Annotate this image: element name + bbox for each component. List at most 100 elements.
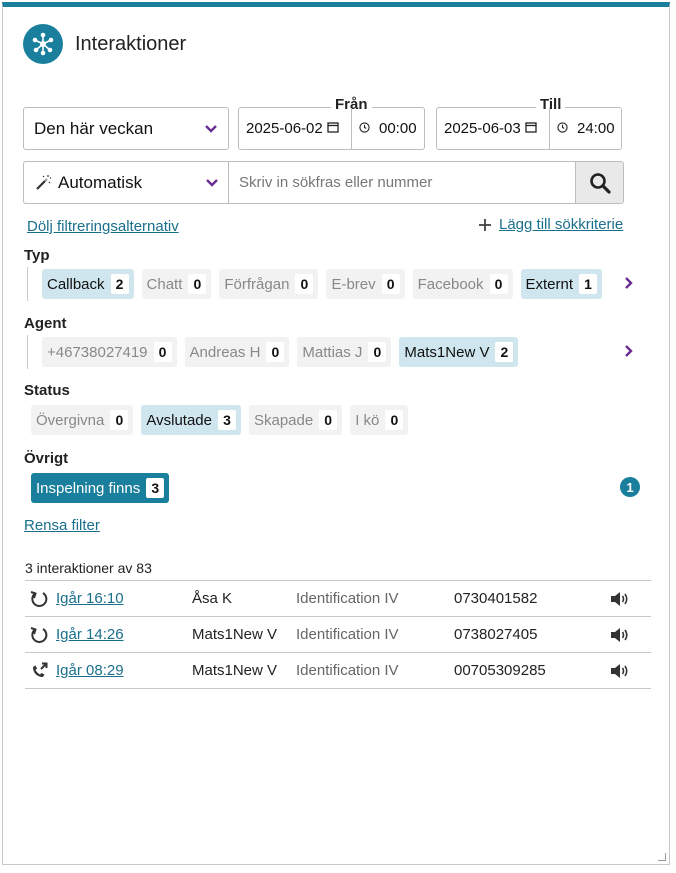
resize-handle[interactable] [658,853,666,861]
filter-chip-label: E-brev [331,275,376,293]
agent-filter-chips: +46738027419 0 Andreas H 0 Mattias J 0 Mats1Ne… [27,335,526,369]
filter-chip-count: 0 [319,410,338,430]
to-divider [549,108,550,149]
filter-chip-agent[interactable]: +46738027419 0 [42,337,177,367]
filter-chip-count: 0 [368,342,387,362]
filter-chip-label: Mats1New V [404,343,490,361]
chevron-down-icon [205,178,219,188]
interactions-panel: Interaktioner Den här veckan Från 2025-0… [2,2,670,865]
filter-chip-count: 3 [217,410,236,430]
results-summary: 3 interaktioner av 83 [25,560,152,576]
filter-chip-status[interactable]: Avslutade 3 [141,405,241,435]
to-time-input[interactable]: 24:00 [557,108,615,149]
filter-chip-label: Avslutade [146,411,212,429]
filter-chip-label: Facebook [417,275,484,293]
clear-filter-link[interactable]: Rensa filter [24,517,100,534]
clock-icon [359,120,370,137]
search-input[interactable] [229,162,575,203]
from-divider [351,108,352,149]
outgoing-call-icon [29,653,49,688]
filter-chip-label: Övergivna [36,411,105,429]
filter-chip-label: +46738027419 [47,343,148,361]
filter-chip-label: Inspelning finns [36,479,141,497]
filter-chip-label: I kö [355,411,380,429]
add-criteria-link[interactable]: Lägg till sökkriterie [479,216,623,233]
status-filter-label: Status [24,382,70,399]
table-row[interactable]: Igår 08:29 Mats1New V Identification IV 007… [25,653,651,689]
interaction-time-link[interactable]: Igår 14:26 [56,626,124,643]
filter-chip-status[interactable]: I kö 0 [350,405,409,435]
row-agent: Mats1New V [192,662,278,679]
filter-chip-status[interactable]: Skapade 0 [248,405,343,435]
filter-chip-type[interactable]: Facebook 0 [412,269,513,299]
panel-header: Interaktioner [23,24,186,64]
calendar-icon[interactable] [525,120,537,137]
from-date-input[interactable]: 2025-06-02 [246,108,339,149]
active-filter-count-badge: 1 [620,477,640,497]
filter-chip-label: Externt [525,275,574,293]
callback-icon [29,617,49,652]
filter-chip-type[interactable]: Externt 1 [520,269,603,299]
hide-filters-link[interactable]: Dölj filtreringsalternativ [27,218,179,235]
period-select[interactable]: Den här veckan [23,107,229,150]
search-mode-select[interactable]: Automatisk [23,161,229,204]
calendar-icon[interactable] [327,120,339,137]
speaker-icon[interactable] [610,653,630,688]
table-row[interactable]: Igår 14:26 Mats1New V Identification IV 073… [25,617,651,653]
filter-chip-status[interactable]: Övergivna 0 [31,405,134,435]
add-criteria-label: Lägg till sökkriterie [499,216,624,233]
type-filter-chips: Callback 2 Chatt 0 Förfrågan 0 E-brev 0 Facebook… [27,267,610,301]
from-time-value: 00:00 [379,120,417,137]
filter-chip-type[interactable]: Förfrågan 0 [219,269,319,299]
speaker-icon[interactable] [610,617,630,652]
filter-chip-agent[interactable]: Andreas H 0 [184,337,290,367]
chevron-right-icon[interactable] [624,344,634,358]
row-number: 0738027405 [454,626,538,643]
period-select-value: Den här veckan [34,118,154,138]
from-date-value: 2025-06-02 [246,120,323,137]
filter-chip-count: 3 [146,478,165,498]
filter-chip-type[interactable]: E-brev 0 [326,269,405,299]
row-queue: Identification IV [296,590,399,607]
filter-chip-count: 0 [385,410,404,430]
search-button[interactable] [575,162,623,203]
interaction-time-link[interactable]: Igår 08:29 [56,662,124,679]
filter-chip-count: 0 [266,342,285,362]
clock-icon [557,120,568,137]
row-agent: Åsa K [192,590,233,607]
table-row[interactable]: Igår 16:10 Åsa K Identification IV 07304015… [25,581,651,617]
filter-chip-label: Chatt [146,275,183,293]
callback-icon [29,581,49,616]
row-queue: Identification IV [296,662,399,679]
agent-filter-label: Agent [24,315,67,332]
filter-chip-label: Callback [47,275,105,293]
status-filter-chips: Övergivna 0 Avslutade 3 Skapade 0 I kö 0 [31,403,416,437]
from-range: Från 2025-06-02 00:00 [238,96,425,150]
search-mode-value: Automatisk [58,172,143,192]
to-date-value: 2025-06-03 [444,120,521,137]
filter-chip-count: 2 [495,342,514,362]
filter-chip-label: Andreas H [189,343,261,361]
to-date-input[interactable]: 2025-06-03 [444,108,537,149]
speaker-icon[interactable] [610,581,630,616]
other-filter-label: Övrigt [24,450,69,467]
from-time-input[interactable]: 00:00 [359,108,417,149]
network-icon [23,24,63,64]
row-number: 0730401582 [454,590,538,607]
row-queue: Identification IV [296,626,399,643]
filter-chip-count: 0 [489,274,508,294]
chevron-right-icon[interactable] [624,276,634,290]
filter-chip-agent[interactable]: Mattias J 0 [297,337,392,367]
filter-chip-count: 0 [153,342,172,362]
interaction-time-link[interactable]: Igår 16:10 [56,590,124,607]
filter-chip-other[interactable]: Inspelning finns 3 [31,473,170,503]
search-icon [589,172,611,194]
filter-chip-count: 1 [579,274,598,294]
filter-chip-type[interactable]: Chatt 0 [141,269,212,299]
filter-chip-type[interactable]: Callback 2 [42,269,134,299]
filter-chip-count: 0 [295,274,314,294]
other-filter-chips: Inspelning finns 3 [31,471,177,505]
filter-chip-count: 0 [188,274,207,294]
filter-chip-count: 0 [110,410,129,430]
filter-chip-agent[interactable]: Mats1New V 2 [399,337,519,367]
